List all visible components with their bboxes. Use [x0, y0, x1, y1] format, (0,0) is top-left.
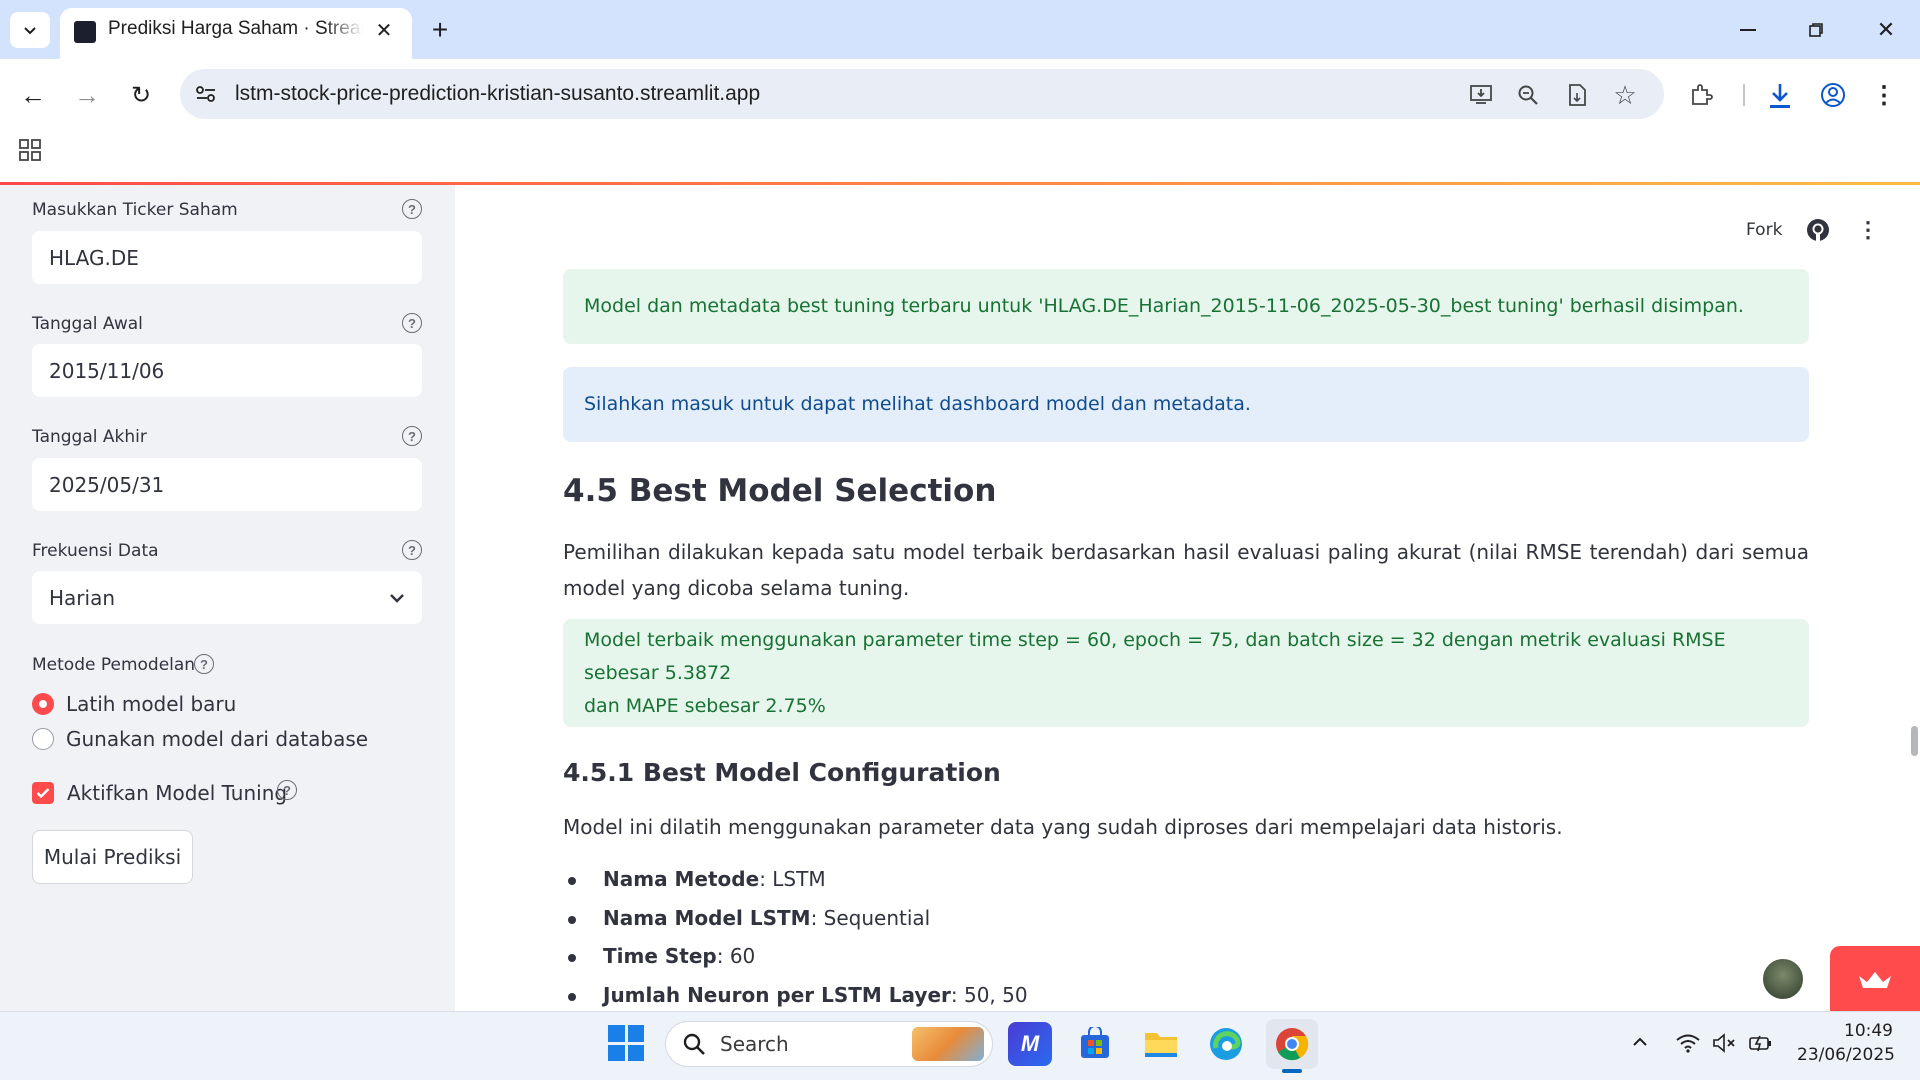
frequency-select[interactable]: Harian — [32, 571, 422, 624]
config-list-item: Nama Model LSTM: Sequential — [568, 906, 930, 930]
radio-option-database-model[interactable]: Gunakan model dari database — [32, 727, 368, 751]
best-model-line: Model terbaik menggunakan parameter time… — [584, 628, 1726, 684]
search-icon — [682, 1032, 706, 1056]
section-title: 4.5 Best Model Selection — [563, 473, 997, 509]
streamlit-badge-icon[interactable] — [1830, 946, 1920, 1011]
search-placeholder: Search — [720, 1032, 789, 1056]
back-icon[interactable]: ← — [16, 78, 50, 112]
bullet-icon — [568, 992, 576, 1001]
end-date-input[interactable]: 2025/05/31 — [32, 458, 422, 511]
help-icon[interactable]: ? — [402, 313, 422, 333]
browser-menu-icon[interactable]: ⋮ — [1872, 79, 1896, 111]
checkbox-label: Aktifkan Model Tuning — [67, 781, 288, 805]
minimize-icon[interactable] — [1728, 14, 1768, 46]
help-icon[interactable]: ? — [402, 426, 422, 446]
best-model-line: dan MAPE sebesar 2.75% — [584, 694, 826, 717]
config-list-item: Nama Metode: LSTM — [568, 867, 826, 891]
method-label: Metode Pemodelan — [32, 655, 196, 675]
url-text[interactable]: lstm-stock-price-prediction-kristian-sus… — [235, 82, 760, 106]
ticker-label: Masukkan Ticker Saham — [32, 200, 238, 220]
restore-icon[interactable] — [1796, 14, 1836, 46]
bookmark-star-icon[interactable]: ☆ — [1610, 80, 1640, 110]
help-icon[interactable]: ? — [277, 780, 297, 800]
bullet-icon — [568, 876, 576, 885]
tab-title: Prediksi Harga Saham · Streamlit — [108, 18, 363, 39]
forward-icon[interactable]: → — [70, 78, 104, 112]
avatar[interactable] — [1761, 957, 1805, 1001]
toolbar-divider — [1743, 84, 1745, 106]
checkbox-checked-icon — [32, 782, 54, 804]
clock-date[interactable]: 23/06/2025 — [1797, 1045, 1895, 1065]
profile-icon[interactable] — [1817, 79, 1849, 111]
section-description: Pemilihan dilakukan kepada satu model te… — [563, 540, 1809, 600]
windows-start-icon[interactable] — [608, 1025, 644, 1061]
help-icon[interactable]: ? — [402, 540, 422, 560]
app-menu-icon[interactable]: ⋮ — [1857, 217, 1879, 243]
start-date-input[interactable]: 2015/11/06 — [32, 344, 422, 397]
bullet-icon — [568, 953, 576, 962]
tab-close-icon[interactable]: ✕ — [372, 18, 396, 42]
extensions-icon[interactable] — [1684, 78, 1718, 112]
wifi-icon[interactable] — [1673, 1030, 1703, 1056]
active-app-indicator — [1282, 1069, 1302, 1073]
info-message: Silahkan masuk untuk dapat melihat dashb… — [584, 393, 1251, 415]
frequency-select-value: Harian — [49, 585, 116, 610]
tab-search-icon[interactable] — [10, 12, 50, 48]
fork-link[interactable]: Fork — [1746, 220, 1782, 240]
radio-unselected-icon — [32, 728, 54, 750]
ticker-input[interactable]: HLAG.DE — [32, 231, 422, 284]
search-highlight-icon — [912, 1027, 984, 1061]
radio-option-new-model[interactable]: Latih model baru — [32, 692, 236, 716]
frequency-label: Frekuensi Data — [32, 541, 159, 561]
edge-browser-icon[interactable] — [1204, 1022, 1248, 1066]
bullet-icon — [568, 915, 576, 924]
battery-charging-icon[interactable] — [1746, 1030, 1776, 1056]
end-date-label: Tanggal Akhir — [32, 427, 147, 447]
success-alert: Model dan metadata best tuning terbaru u… — [563, 269, 1809, 344]
subsection-title: 4.5.1 Best Model Configuration — [563, 758, 1001, 787]
radio-selected-icon — [32, 693, 54, 715]
chevron-down-icon — [389, 593, 405, 603]
site-info-icon[interactable] — [192, 80, 220, 108]
reload-icon[interactable]: ↻ — [124, 78, 158, 112]
radio-label: Gunakan model dari database — [66, 727, 369, 751]
tuning-checkbox[interactable]: Aktifkan Model Tuning — [32, 781, 287, 805]
bookmarks-bar — [0, 127, 1920, 182]
install-app-icon[interactable] — [1466, 80, 1496, 110]
ai-app-icon[interactable]: M — [1008, 1022, 1052, 1066]
file-explorer-icon[interactable] — [1139, 1022, 1183, 1066]
save-page-icon[interactable] — [1562, 80, 1592, 110]
streamlit-favicon-icon — [74, 21, 96, 43]
chevron-up-icon[interactable] — [1628, 1030, 1652, 1054]
zoom-icon[interactable] — [1513, 80, 1543, 110]
subsection-description: Model ini dilatih menggunakan parameter … — [563, 815, 1563, 839]
close-window-icon[interactable]: ✕ — [1866, 14, 1906, 46]
store-icon[interactable] — [1073, 1022, 1117, 1066]
best-model-alert: Model terbaik menggunakan parameter time… — [563, 619, 1809, 727]
taskbar-search-box[interactable]: Search — [665, 1021, 993, 1067]
github-icon[interactable] — [1805, 217, 1831, 243]
start-date-label: Tanggal Awal — [32, 314, 143, 334]
radio-label: Latih model baru — [66, 692, 237, 716]
config-list-item: Jumlah Neuron per LSTM Layer: 50, 50 — [568, 983, 1028, 1007]
chrome-browser-icon[interactable] — [1266, 1019, 1318, 1069]
start-prediction-button[interactable]: Mulai Prediksi — [32, 830, 193, 884]
new-tab-icon[interactable]: + — [424, 14, 456, 46]
clock-time[interactable]: 10:49 — [1844, 1021, 1893, 1041]
downloads-icon[interactable] — [1763, 78, 1797, 114]
help-icon[interactable]: ? — [194, 654, 214, 674]
volume-muted-icon[interactable] — [1710, 1030, 1740, 1056]
success-message: Model dan metadata best tuning terbaru u… — [584, 295, 1744, 317]
apps-grid-icon[interactable] — [16, 136, 44, 164]
scrollbar-thumb[interactable] — [1911, 726, 1918, 756]
config-list-item: Time Step: 60 — [568, 944, 755, 968]
help-icon[interactable]: ? — [402, 199, 422, 219]
info-alert: Silahkan masuk untuk dapat melihat dashb… — [563, 367, 1809, 442]
